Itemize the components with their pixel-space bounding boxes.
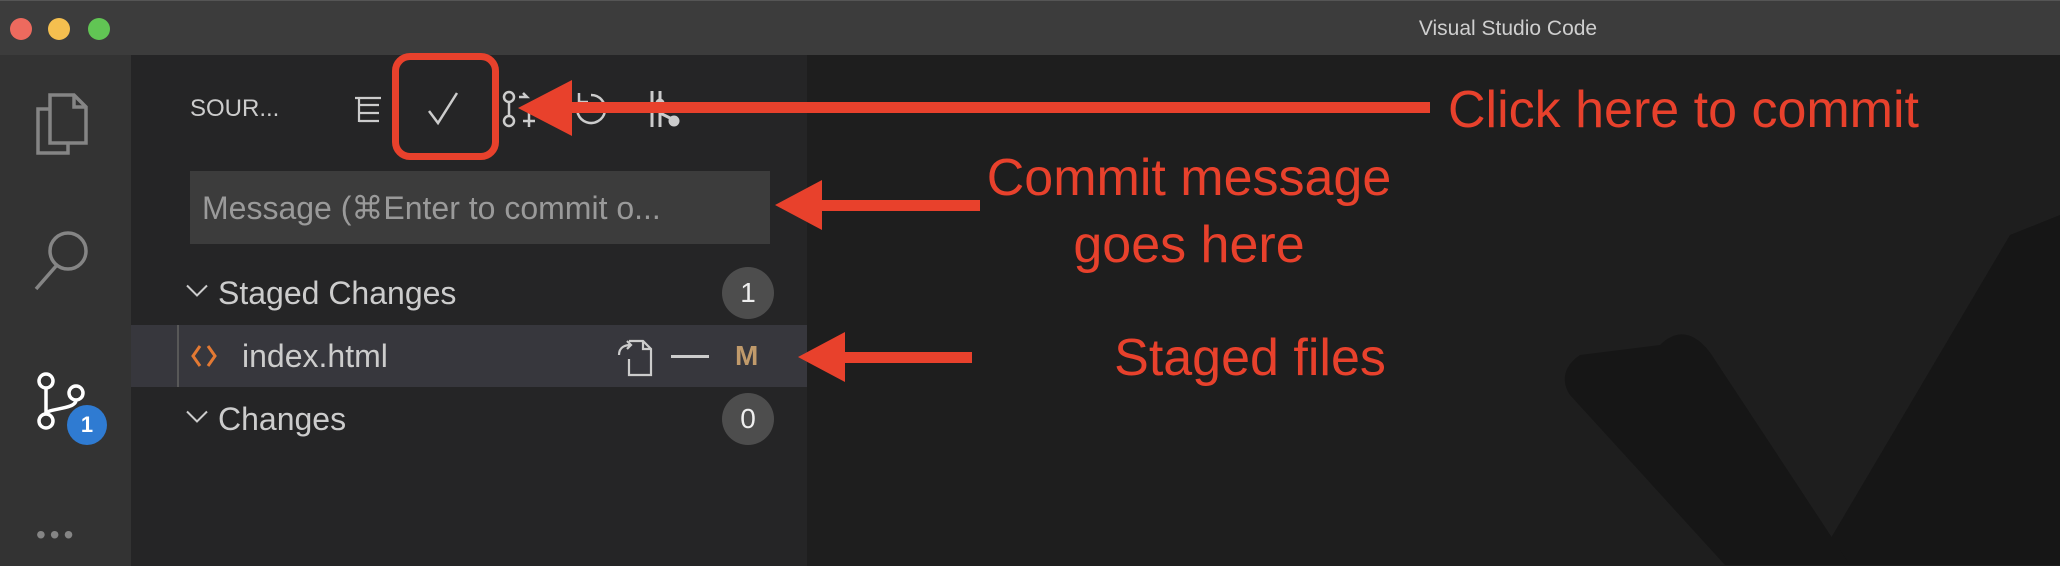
staged-arrow-head	[798, 332, 845, 382]
commit-arrow-head	[518, 80, 572, 136]
message-arrow-head	[775, 180, 822, 230]
annotation-staged-files: Staged files	[1114, 329, 1386, 387]
message-arrow-line	[810, 200, 980, 211]
staged-arrow-line	[830, 352, 972, 363]
annotation-message-line1: Commit message	[986, 149, 1392, 207]
commit-arrow-line	[560, 102, 1430, 113]
annotation-commit: Click here to commit	[1448, 81, 1919, 139]
annotation-message-line2: goes here	[1073, 216, 1305, 274]
